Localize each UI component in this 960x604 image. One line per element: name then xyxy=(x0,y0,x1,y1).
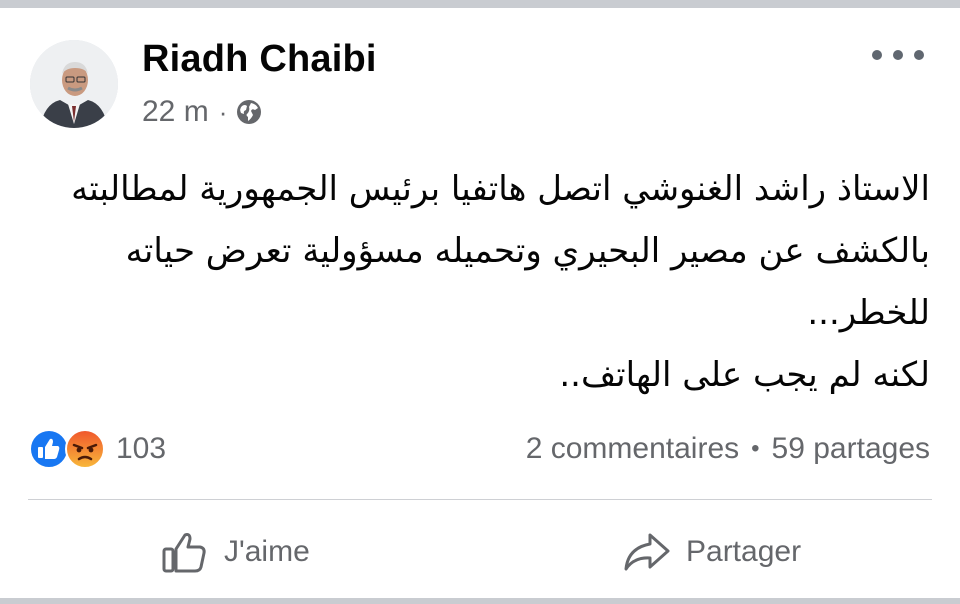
post-time[interactable]: 22 m xyxy=(142,95,209,129)
share-label: Partager xyxy=(686,535,802,568)
post-text-line: لكنه لم يجب على الهاتف.. xyxy=(559,355,930,395)
post-text-line: بالكشف عن مصير البحيري وتحميله مسؤولية ت… xyxy=(125,231,930,271)
post-meta: 22 m · xyxy=(142,95,263,129)
post-text-line: للخطر... xyxy=(807,293,930,333)
post-text-line: الاستاذ راشد الغنوشي اتصل هاتفيا برئيس ا… xyxy=(71,169,930,209)
post-text: الاستاذ راشد الغنوشي اتصل هاتفيا برئيس ا… xyxy=(40,158,930,406)
globe-icon[interactable] xyxy=(235,98,263,126)
reactions-summary[interactable]: 103 xyxy=(28,428,166,470)
share-button[interactable]: Partager xyxy=(622,522,801,582)
divider xyxy=(28,499,932,500)
like-label: J'aime xyxy=(224,535,310,568)
angry-reaction-icon xyxy=(65,429,105,469)
avatar[interactable] xyxy=(30,40,118,128)
bottom-strip xyxy=(0,598,960,604)
engagement-stats: 2 commentaires • 59 partages xyxy=(526,428,930,470)
more-dot xyxy=(893,50,903,60)
like-button[interactable]: J'aime xyxy=(160,522,310,582)
more-dot xyxy=(914,50,924,60)
shares-count[interactable]: 59 partages xyxy=(772,432,930,466)
author-name[interactable]: Riadh Chaibi xyxy=(142,38,377,81)
share-arrow-icon xyxy=(624,533,670,571)
top-strip xyxy=(0,0,960,8)
reaction-count: 103 xyxy=(116,432,167,465)
comments-count[interactable]: 2 commentaires xyxy=(526,432,739,466)
avatar-photo xyxy=(30,40,118,128)
stats-separator: • xyxy=(751,435,760,462)
more-dot xyxy=(872,50,882,60)
thumbs-up-icon xyxy=(162,533,206,573)
more-options-icon[interactable] xyxy=(872,40,924,70)
meta-separator: · xyxy=(218,96,228,127)
